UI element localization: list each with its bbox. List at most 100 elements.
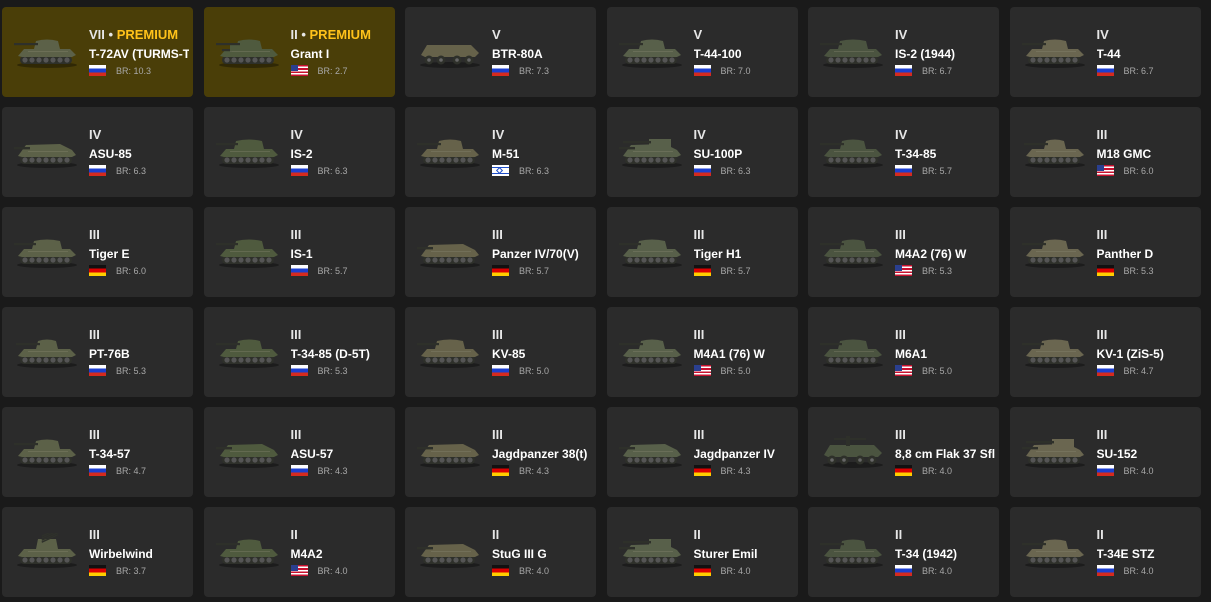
russia-flag-icon [89, 165, 106, 176]
vehicle-name: BTR-80A [492, 47, 543, 61]
tier-label: III [89, 327, 189, 342]
vehicle-info: III T-34-85 (D-5T) BR: 5.3 [290, 327, 391, 377]
battle-rating: BR: 4.7 [1123, 365, 1154, 376]
russia-flag-icon [290, 465, 308, 476]
vehicle-card[interactable]: III SU-152 BR: 4.0 [1009, 407, 1201, 497]
vehicle-card[interactable]: III KV-85 BR: 5.0 [405, 307, 596, 397]
vehicle-card[interactable]: III IS-1 BR: 5.7 [203, 207, 395, 297]
russia-flag-icon [895, 565, 912, 576]
vehicle-card[interactable]: III M18 GMC BR: 6.0 [1009, 107, 1201, 197]
vehicle-card[interactable]: III ASU-57 BR: 4.3 [203, 407, 395, 497]
tier-label: V [492, 27, 592, 42]
vehicle-card[interactable]: III Wirbelwind BR: 3.7 [2, 507, 193, 597]
vehicle-tier: II [1096, 527, 1104, 542]
battle-rating: BR: 6.7 [922, 65, 953, 76]
vehicle-meta: BR: 6.3 [693, 164, 794, 177]
vehicle-meta: BR: 5.0 [693, 364, 794, 377]
vehicle-card[interactable]: II T-34E STZ BR: 4.0 [1009, 507, 1201, 597]
vehicle-card[interactable]: III Panzer IV/70(V) BR: 5.7 [405, 207, 596, 297]
vehicle-card[interactable]: III Panther D BR: 5.3 [1009, 207, 1201, 297]
vehicle-card[interactable]: IV T-44 BR: 6.7 [1009, 7, 1201, 97]
battle-rating: BR: 4.0 [922, 565, 953, 576]
usa-flag-icon [290, 565, 308, 576]
vehicle-card[interactable]: III PT-76B BR: 5.3 [2, 307, 193, 397]
vehicle-name: Jagdpanzer 38(t) [492, 447, 588, 461]
vehicle-card[interactable]: III M6A1 BR: 5.0 [808, 307, 999, 397]
vehicle-meta: BR: 4.0 [1096, 464, 1197, 477]
vehicle-card[interactable]: IV IS-2 BR: 6.3 [203, 107, 395, 197]
vehicle-name: M4A2 (76) W [895, 247, 967, 261]
russia-flag-icon [290, 365, 308, 376]
vehicle-meta: BR: 5.3 [1096, 264, 1197, 277]
vehicle-card[interactable]: III Jagdpanzer IV BR: 4.3 [606, 407, 798, 497]
vehicle-card[interactable]: IV SU-100P BR: 6.3 [606, 107, 798, 197]
vehicle-info: II T-34 (1942) BR: 4.0 [895, 527, 995, 577]
russia-flag-icon [1096, 65, 1114, 76]
vehicle-tier: IV [895, 27, 908, 42]
tier-label: III [1097, 227, 1197, 242]
battle-rating: BR: 6.3 [720, 165, 751, 176]
vehicle-card[interactable]: IV M-51 BR: 6.3 [405, 107, 596, 197]
russia-flag-icon [895, 65, 912, 76]
vehicle-name: M4A1 (76) W [693, 347, 765, 361]
tier-label: III [291, 227, 391, 242]
vehicle-info: III Jagdpanzer 38(t) BR: 4.3 [492, 427, 592, 477]
vehicle-card[interactable]: III 8,8 cm Flak 37 Sfl. BR: 4.0 [808, 407, 999, 497]
vehicle-info: III M4A1 (76) W BR: 5.0 [693, 327, 794, 377]
vehicle-card[interactable]: II T-34 (1942) BR: 4.0 [808, 507, 999, 597]
battle-rating: BR: 6.3 [116, 165, 147, 176]
russia-flag-icon [290, 165, 308, 176]
battle-rating: BR: 5.3 [1123, 265, 1154, 276]
vehicle-card[interactable]: V BTR-80A BR: 7.3 [405, 7, 596, 97]
vehicle-tier: IV [693, 127, 706, 142]
vehicle-meta: BR: 4.0 [492, 564, 592, 577]
vehicle-card[interactable]: II Sturer Emil BR: 4.0 [606, 507, 798, 597]
vehicle-tier: VII [89, 27, 105, 42]
vehicle-info: VII • PREMIUM T-72AV (TURMS-T) BR: 10.3 [89, 27, 189, 77]
germany-flag-icon [693, 565, 711, 576]
vehicle-card[interactable]: V T-44-100 BR: 7.0 [606, 7, 798, 97]
battle-rating: BR: 4.0 [922, 465, 953, 476]
vehicle-tier: III [492, 227, 503, 242]
vehicle-card[interactable]: III Tiger H1 BR: 5.7 [606, 207, 798, 297]
vehicle-tier: III [89, 327, 100, 342]
tier-label: V [694, 27, 794, 42]
germany-flag-icon [693, 265, 711, 276]
usa-flag-icon [693, 365, 711, 376]
tier-label: IV [694, 127, 794, 142]
battle-rating: BR: 6.7 [1123, 65, 1154, 76]
battle-rating: BR: 7.0 [720, 65, 751, 76]
usa-flag-icon [895, 265, 912, 276]
vehicle-card[interactable]: III M4A1 (76) W BR: 5.0 [606, 307, 798, 397]
vehicle-meta: BR: 7.0 [693, 64, 794, 77]
vehicle-card[interactable]: II • PREMIUM Grant I BR: 2.7 [203, 7, 395, 97]
vehicle-card[interactable]: III T-34-85 (D-5T) BR: 5.3 [203, 307, 395, 397]
vehicle-info: IV T-44 BR: 6.7 [1096, 27, 1197, 77]
vehicle-card[interactable]: III M4A2 (76) W BR: 5.3 [808, 207, 999, 297]
vehicle-name: M6A1 [895, 347, 928, 361]
vehicle-card[interactable]: III Tiger E BR: 6.0 [2, 207, 193, 297]
vehicle-card[interactable]: III KV-1 (ZiS-5) BR: 4.7 [1009, 307, 1201, 397]
vehicle-name: Panther D [1096, 247, 1154, 261]
vehicle-card[interactable]: VII • PREMIUM T-72AV (TURMS-T) BR: 10.3 [2, 7, 193, 97]
vehicle-meta: BR: 6.0 [89, 264, 189, 277]
vehicle-meta: BR: 5.7 [492, 264, 592, 277]
vehicle-card[interactable]: IV ASU-85 BR: 6.3 [2, 107, 193, 197]
tier-label: II [895, 527, 995, 542]
vehicle-info: IV IS-2 BR: 6.3 [290, 127, 391, 177]
germany-flag-icon [89, 565, 106, 576]
vehicle-card[interactable]: III T-34-57 BR: 4.7 [2, 407, 193, 497]
battle-rating: BR: 6.0 [1123, 165, 1154, 176]
vehicle-card[interactable]: IV IS-2 (1944) BR: 6.7 [808, 7, 999, 97]
vehicle-name: Sturer Emil [693, 547, 758, 561]
vehicle-name: M-51 [492, 147, 520, 161]
vehicle-tier: II [895, 527, 903, 542]
vehicle-image [215, 133, 282, 169]
vehicle-tier: III [492, 327, 503, 342]
vehicle-card[interactable]: IV T-34-85 BR: 5.7 [808, 107, 999, 197]
vehicle-card[interactable]: II StuG III G BR: 4.0 [405, 507, 596, 597]
vehicle-card[interactable]: II M4A2 BR: 4.0 [203, 507, 395, 597]
vehicle-card[interactable]: III Jagdpanzer 38(t) BR: 4.3 [405, 407, 596, 497]
tier-label: III [492, 427, 592, 442]
vehicle-meta: BR: 4.0 [895, 564, 995, 577]
